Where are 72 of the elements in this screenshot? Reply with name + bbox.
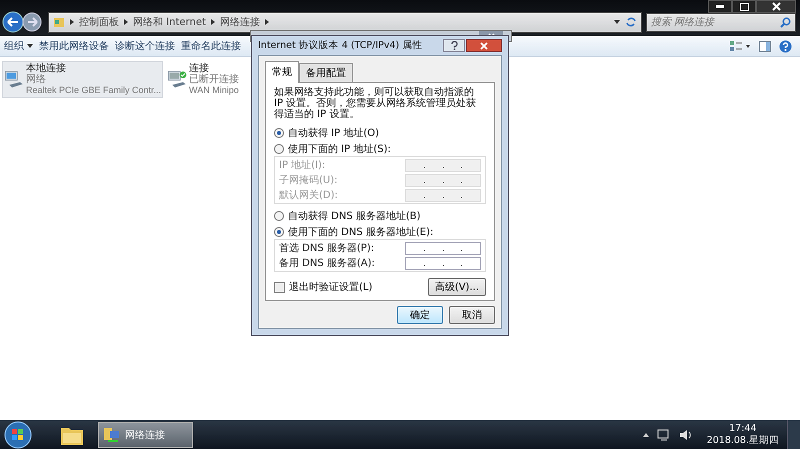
maximize-button[interactable] [732, 0, 756, 13]
field-label: 子网掩码(U): [279, 174, 338, 187]
checkbox[interactable] [274, 282, 285, 292]
close-button[interactable] [756, 0, 796, 13]
tab[interactable]: 备用配置 [299, 63, 353, 82]
start-button[interactable] [4, 420, 32, 448]
ip-address-field[interactable] [405, 256, 481, 270]
radio-label: 自动获得 IP 地址(O) [288, 126, 380, 140]
connection-name: 本地连接 [26, 63, 67, 74]
radio-button[interactable] [274, 227, 284, 237]
chevron-icon [264, 19, 269, 25]
adapter-name: WAN Minipo [189, 85, 240, 96]
advanced-button[interactable]: 高级(V)... [428, 278, 486, 296]
dialog-button[interactable]: 取消 [449, 306, 495, 324]
connection-item[interactable]: 本地连接 网络 Realtek PCIe GBE Family Contr... [2, 61, 164, 98]
view-options-icon[interactable] [729, 40, 751, 52]
radio-button[interactable] [274, 144, 284, 154]
toolbar-button[interactable]: 诊断这个连接 [113, 37, 177, 55]
breadcrumb-item[interactable]: 网络和 Internet [133, 15, 206, 29]
network-icon[interactable] [656, 428, 671, 440]
speaker-icon[interactable] [678, 428, 693, 440]
minimize-button[interactable] [708, 0, 732, 13]
radio-label: 使用下面的 IP 地址(S): [288, 142, 391, 156]
description-text: 如果网络支持此功能，则可以获取自动指派的 IP 设置。否则，您需要从网络系统管理员处获得适当的 IP 设置。 [274, 87, 478, 120]
field-label: 备用 DNS 服务器(A): [279, 257, 375, 270]
dialog-title: Internet 协议版本 4 (TCP/IPv4) 属性 [258, 39, 422, 52]
toolbar-button[interactable]: 组织 [2, 37, 35, 55]
refresh-icon[interactable] [625, 16, 637, 28]
network-adapter-icon [4, 70, 24, 89]
help-icon [450, 41, 458, 50]
folder-icon [53, 16, 65, 28]
toolbar-button[interactable]: 禁用此网络设备 [37, 37, 111, 55]
field-label: IP 地址(I): [279, 158, 326, 172]
address-bar[interactable]: 控制面板 网络和 Internet 网络连接 [48, 12, 642, 32]
back-forward-icon[interactable] [2, 11, 44, 33]
chevron-icon [124, 19, 128, 25]
network-adapter-icon [167, 70, 188, 89]
radio-button[interactable] [274, 211, 284, 221]
connection-item[interactable]: 连接 已断开连接 WAN Minipo [165, 61, 242, 98]
connection-status: 已断开连接 [189, 74, 240, 85]
close-button[interactable] [466, 39, 502, 52]
radio-button[interactable] [274, 128, 284, 138]
chevron-icon [70, 19, 74, 25]
checkbox-label: 退出时验证设置(L) [289, 280, 372, 294]
dialog-button[interactable]: 确定 [397, 306, 443, 324]
preview-pane-icon[interactable] [759, 40, 771, 52]
network-folder-icon [103, 426, 121, 442]
clock-date: 2018.08.星期四 [706, 434, 779, 446]
connection-status: 网络 [26, 74, 47, 85]
clock-time: 17:44 [729, 422, 757, 434]
connection-name: 连接 [189, 63, 210, 74]
radio-label: 自动获得 DNS 服务器地址(B) [288, 210, 421, 223]
maximize-icon [740, 2, 748, 10]
chevron-icon [210, 19, 215, 25]
help-icon[interactable] [779, 40, 792, 52]
clock[interactable]: 17:44 2018.08.星期四 [706, 422, 779, 446]
taskbar-button[interactable]: 网络连接 [98, 422, 193, 448]
breadcrumb-item[interactable]: 网络连接 [220, 15, 260, 29]
show-hidden-icons-icon[interactable] [642, 432, 649, 436]
dropdown-icon[interactable] [614, 20, 620, 24]
field-label: 首选 DNS 服务器(P): [279, 242, 374, 255]
field-label: 默认网关(D): [279, 188, 338, 202]
search-icon [780, 16, 791, 28]
radio-label: 使用下面的 DNS 服务器地址(E): [288, 226, 434, 239]
minimize-icon [716, 5, 724, 8]
adapter-name: Realtek PCIe GBE Family Contr... [26, 85, 162, 96]
tab[interactable]: 常规 [265, 61, 299, 83]
help-button[interactable] [443, 39, 465, 52]
search-field[interactable]: 搜索 网络连接 [646, 12, 796, 32]
ip-address-field[interactable] [405, 242, 481, 254]
toolbar-button[interactable]: 重命名此连接 [179, 37, 243, 55]
breadcrumb-item[interactable]: 控制面板 [79, 15, 119, 29]
